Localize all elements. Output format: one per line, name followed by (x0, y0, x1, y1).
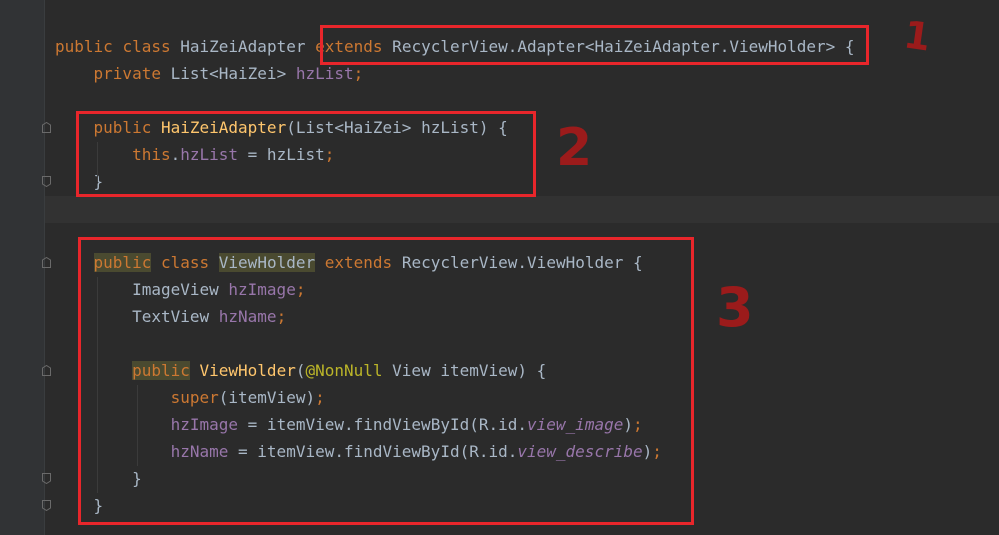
fold-marker-icon[interactable] (42, 257, 51, 268)
annotation-box-1 (320, 25, 869, 65)
annotation-box-3 (78, 237, 694, 525)
fold-marker-icon[interactable] (42, 176, 51, 187)
current-line-highlight (45, 196, 999, 223)
annotation-number-1: 1 (901, 12, 934, 60)
code-token: HaiZeiAdapter (170, 37, 316, 56)
annotation-number-3: 3 (716, 276, 754, 339)
code-token: class (122, 37, 171, 56)
code-token: private (93, 64, 161, 83)
annotation-number-2: 2 (556, 118, 593, 178)
code-token: public (55, 37, 113, 56)
fold-marker-icon[interactable] (42, 122, 51, 133)
code-line[interactable]: private List<HaiZei> hzList; (55, 60, 364, 87)
code-token: List<HaiZei> (160, 64, 296, 83)
code-token: hzList (295, 64, 354, 83)
fold-marker-icon[interactable] (42, 365, 51, 376)
annotation-box-2 (76, 111, 536, 197)
editor-gutter (0, 0, 44, 535)
fold-marker-icon[interactable] (42, 473, 51, 484)
code-token: ; (353, 64, 364, 83)
fold-marker-icon[interactable] (42, 500, 51, 511)
